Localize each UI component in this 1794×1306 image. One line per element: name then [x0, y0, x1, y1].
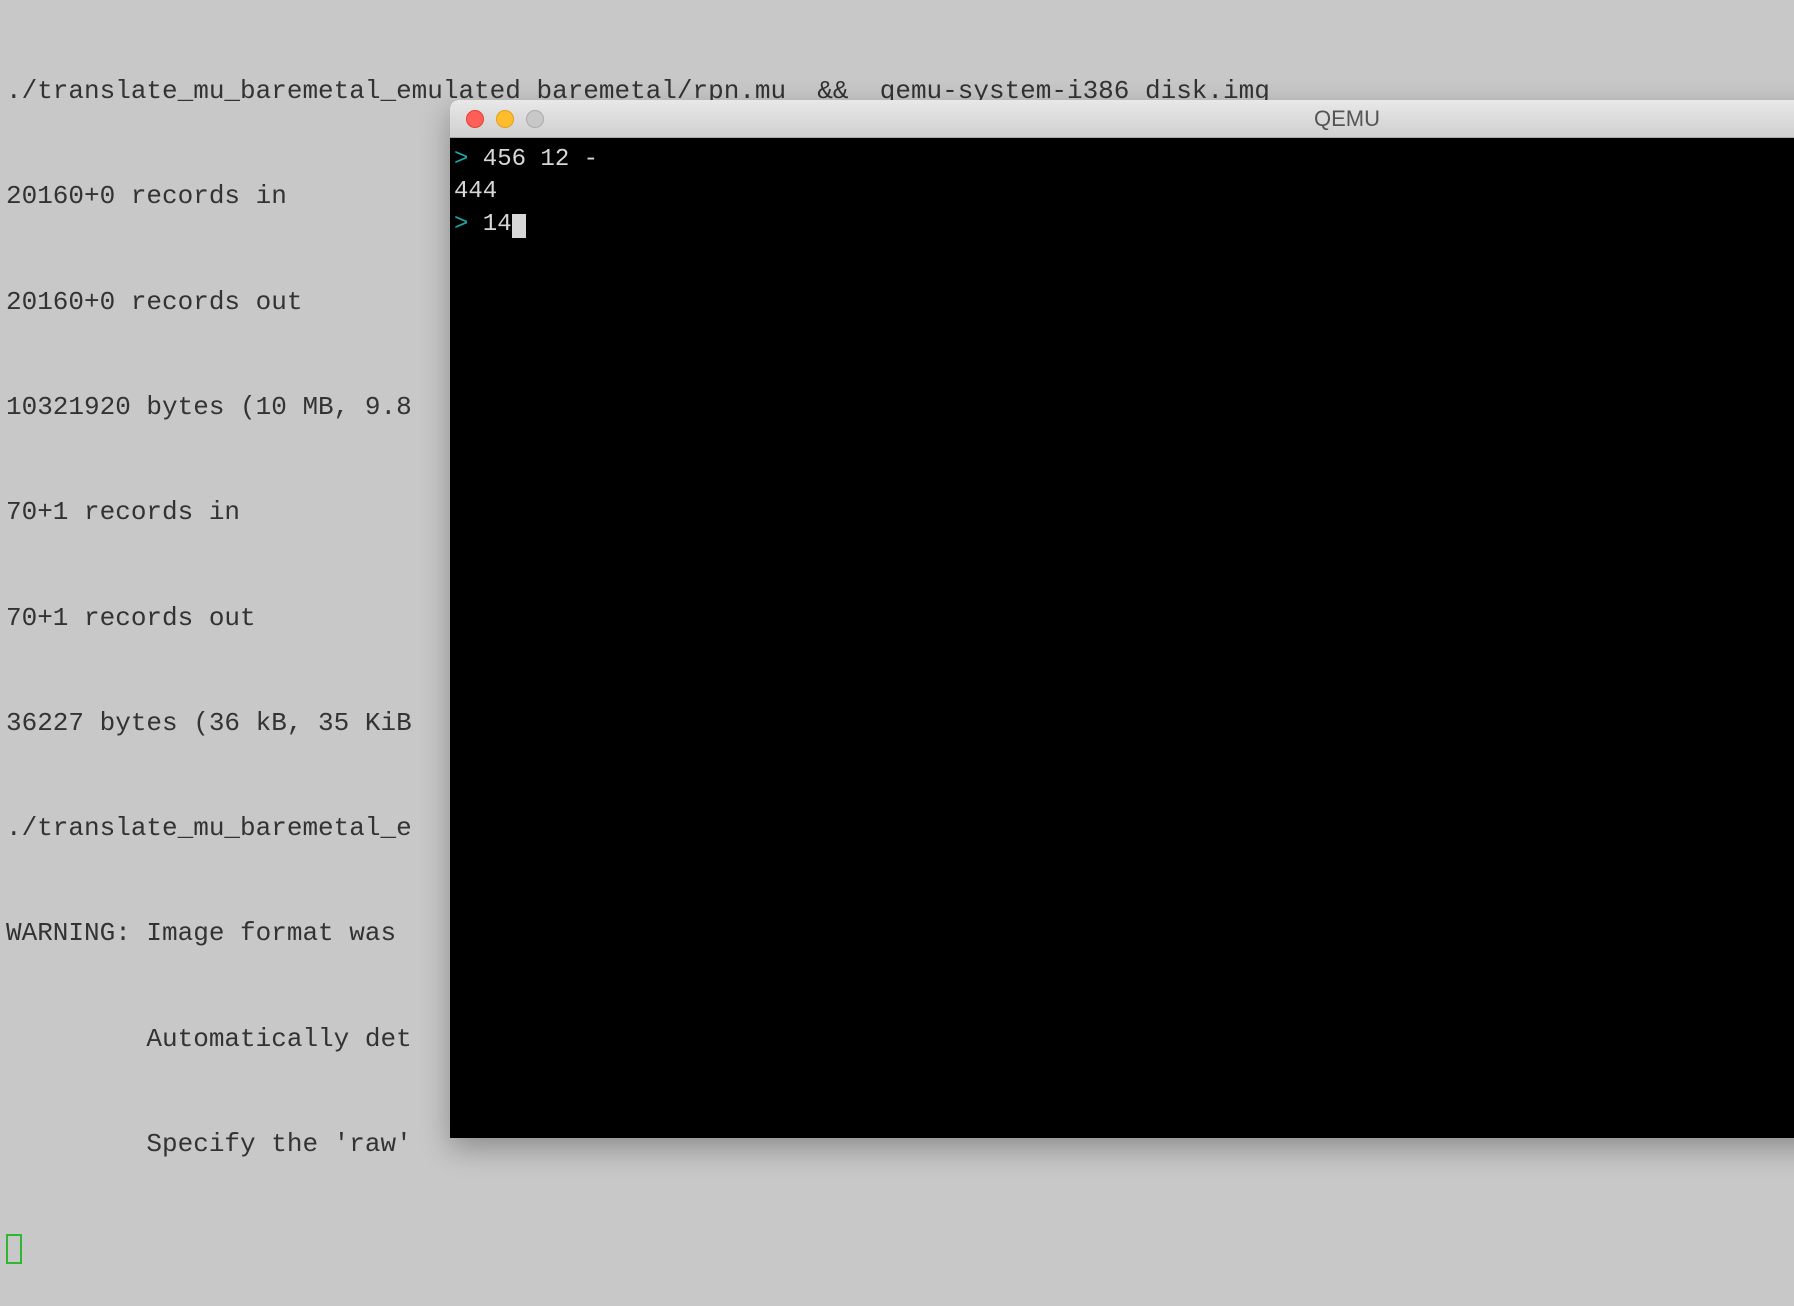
qemu-output: 444: [454, 176, 1794, 208]
window-title: QEMU: [450, 106, 1794, 132]
qemu-screen[interactable]: > 456 12 - 444 > 14: [450, 138, 1794, 1138]
window-titlebar[interactable]: QEMU: [450, 100, 1794, 138]
qemu-line: > 14: [454, 209, 1794, 241]
terminal-cursor-line: [6, 1232, 1788, 1267]
qemu-input: 456 12 -: [468, 146, 598, 173]
prompt-icon: >: [454, 211, 468, 238]
qemu-input: 14: [468, 211, 511, 238]
terminal-cursor: [6, 1234, 22, 1264]
prompt-icon: >: [454, 146, 468, 173]
qemu-line: > 456 12 -: [454, 144, 1794, 176]
qemu-cursor: [512, 214, 526, 238]
minimize-button[interactable]: [496, 110, 514, 128]
window-controls: [450, 110, 544, 128]
qemu-window[interactable]: QEMU > 456 12 - 444 > 14: [450, 100, 1794, 1138]
close-button[interactable]: [466, 110, 484, 128]
maximize-button[interactable]: [526, 110, 544, 128]
